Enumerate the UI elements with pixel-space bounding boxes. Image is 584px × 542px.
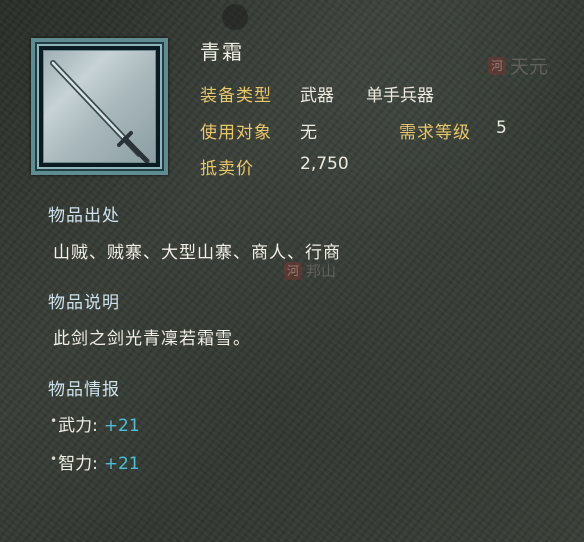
seal-icon: 河 [284,261,302,280]
bullet-dot-icon: • [50,414,58,428]
required-level-value: 5 [496,118,507,138]
description-section-text: 此剑之剑光青凜若霜雪。 [53,329,251,349]
map-label-text: 邦山 [306,262,337,280]
equip-type-value: 武器 [300,86,334,106]
required-level-label: 需求等级 [399,123,471,143]
sword-icon [50,60,150,163]
source-section-title: 物品出处 [48,206,120,226]
user-label: 使用对象 [200,123,272,143]
stat-label: 武力: [58,416,98,436]
stat-bonus: +21 [103,416,140,436]
equip-type-label: 装备类型 [200,86,272,106]
sell-price-label: 抵卖价 [200,159,254,179]
map-label-background: 河 天元 [488,52,548,79]
map-label-background-2: 河 邦山 [284,260,336,281]
stat-label: 智力: [58,454,98,474]
map-compass-icon [222,4,248,30]
stat-bonus: +21 [103,454,140,474]
equip-subtype-value: 单手兵器 [366,86,434,106]
sell-price-value: 2,750 [300,154,349,174]
bullet-dot-icon: • [50,452,58,466]
map-label-text: 天元 [510,56,549,78]
item-icon-frame [31,38,168,175]
source-section-text: 山贼、贼寨、大型山寨、商人、行商 [53,243,341,263]
user-value: 无 [300,123,317,143]
stat-row-strength: •武力: +21 [50,411,140,436]
seal-icon: 河 [488,56,506,75]
description-section-title: 物品说明 [48,293,120,313]
item-name: 青霜 [200,40,244,64]
stat-row-intelligence: •智力: +21 [50,449,140,474]
stats-section-title: 物品情报 [48,380,120,400]
